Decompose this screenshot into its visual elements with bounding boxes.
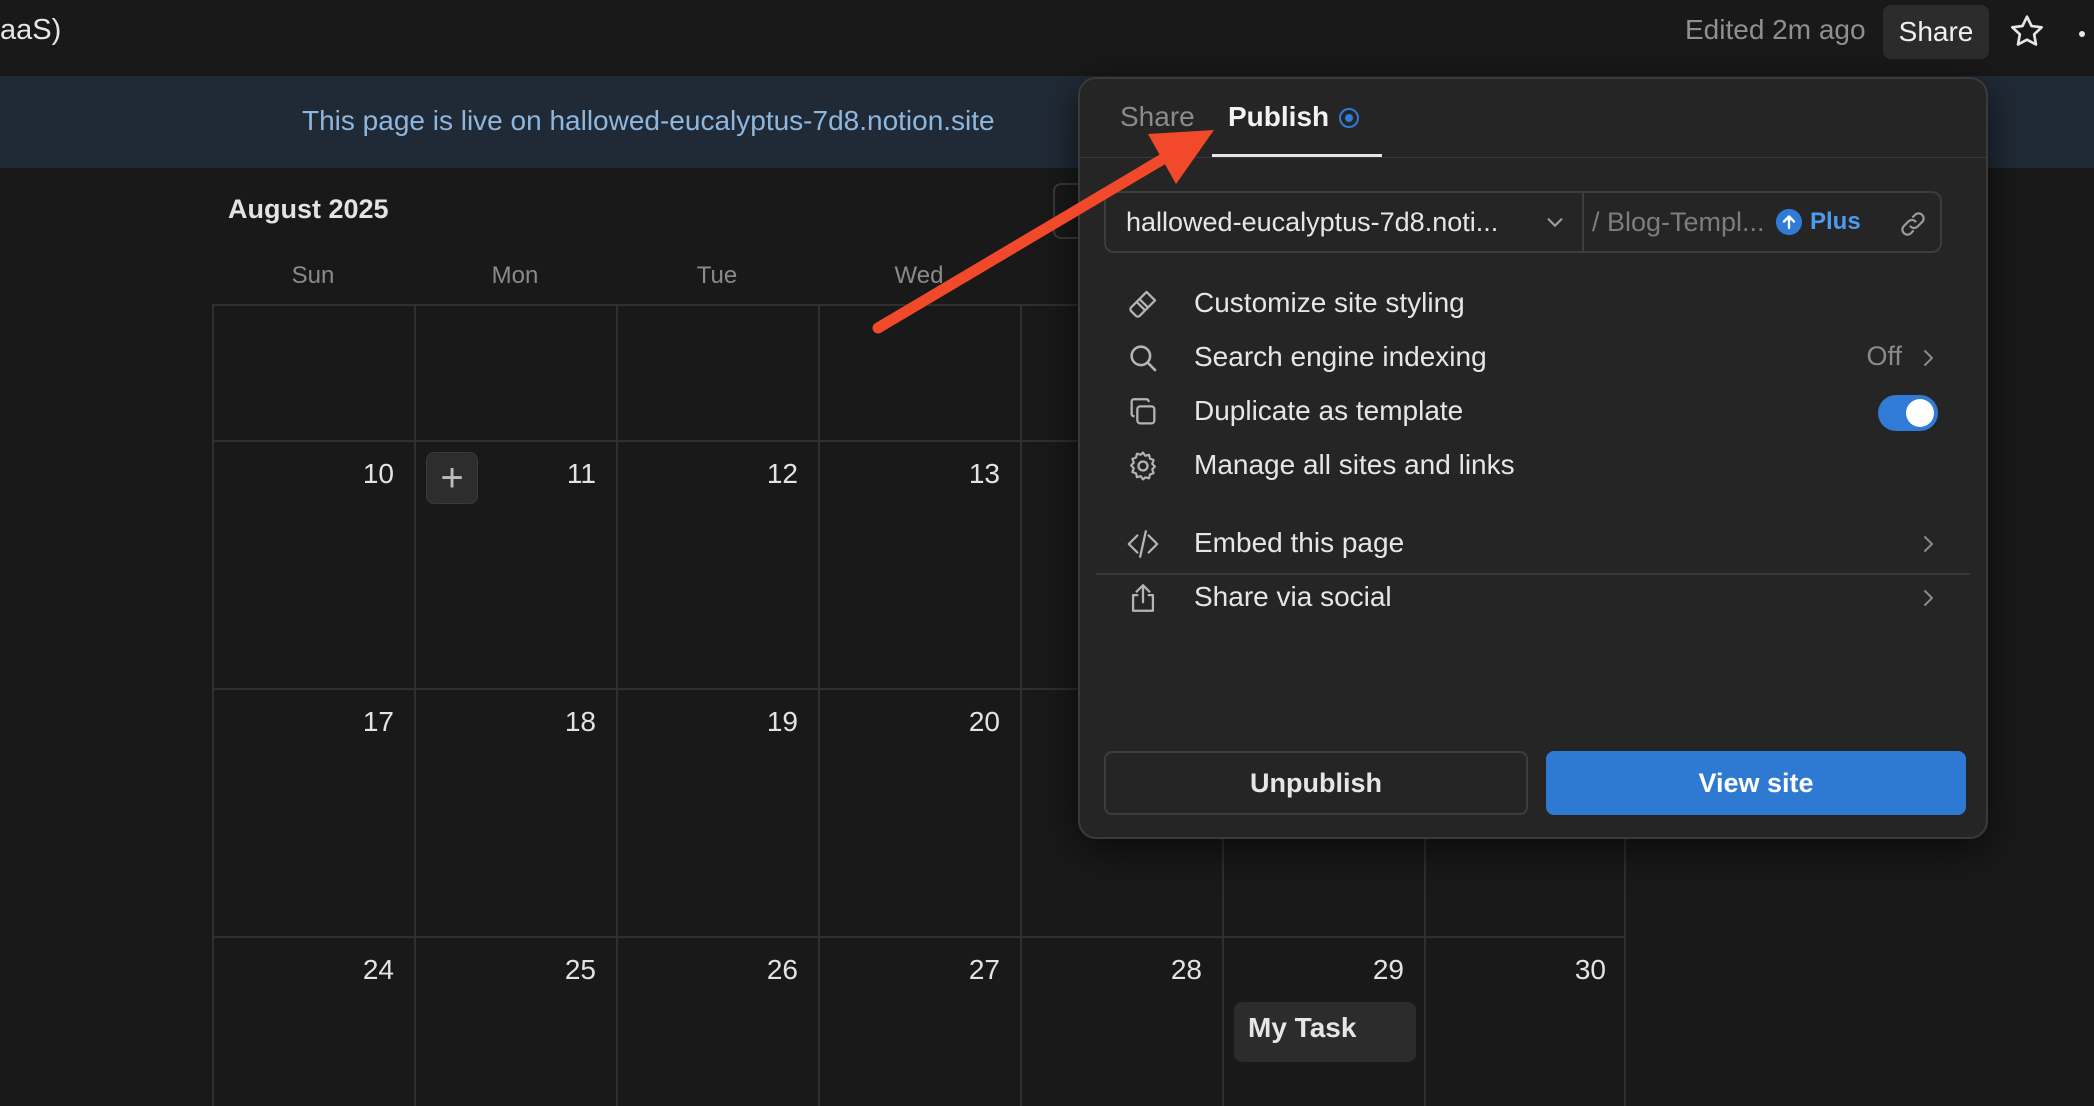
- customize-label: Customize site styling: [1194, 287, 1465, 318]
- day-cell-28[interactable]: 28: [1022, 954, 1202, 986]
- grid-line: [212, 936, 1626, 938]
- day-cell-19[interactable]: 19: [618, 706, 798, 738]
- tab-publish[interactable]: Publish: [1228, 101, 1329, 133]
- link-icon[interactable]: [1898, 209, 1928, 239]
- divider: [1080, 157, 1986, 158]
- share-via-social[interactable]: Share via social: [1126, 569, 1946, 625]
- search-engine-indexing[interactable]: Search engine indexing Off: [1126, 329, 1946, 385]
- gear-icon: [1130, 451, 1156, 481]
- published-status-dot-icon: [1339, 108, 1359, 128]
- embed-label: Embed this page: [1194, 527, 1405, 558]
- plus-upgrade-label[interactable]: Plus: [1810, 208, 1861, 236]
- duplicate-icon: [1130, 398, 1156, 425]
- day-cell-10[interactable]: 10: [214, 458, 394, 490]
- page-title[interactable]: aaS): [0, 14, 61, 47]
- search-indexing-label: Search engine indexing: [1194, 341, 1487, 372]
- chevron-down-icon[interactable]: [1544, 211, 1566, 233]
- site-domain-select[interactable]: hallowed-eucalyptus-7d8.noti...: [1126, 207, 1498, 238]
- star-icon[interactable]: [2007, 12, 2047, 52]
- more-horizontal-icon[interactable]: [2078, 30, 2094, 38]
- live-banner-text[interactable]: This page is live on hallowed-eucalyptus…: [302, 105, 995, 137]
- day-cell-24[interactable]: 24: [214, 954, 394, 986]
- embed-this-page[interactable]: Embed this page: [1126, 515, 1946, 571]
- task-card[interactable]: My Task: [1234, 1002, 1416, 1062]
- tab-share[interactable]: Share: [1120, 101, 1195, 133]
- calendar-month-title: August 2025: [228, 194, 389, 224]
- weekday-tue: Tue: [696, 262, 738, 289]
- share-upload-icon: [1131, 584, 1155, 612]
- top-bar: aaS) Edited 2m ago Share: [0, 0, 2094, 76]
- share-button[interactable]: Share: [1883, 5, 1989, 59]
- day-cell-18[interactable]: 18: [416, 706, 596, 738]
- edited-timestamp: Edited 2m ago: [1685, 14, 1866, 45]
- chevron-right-icon: [1924, 536, 1933, 552]
- share-social-label: Share via social: [1194, 581, 1392, 612]
- manage-sites-label: Manage all sites and links: [1194, 449, 1515, 480]
- unpublish-button[interactable]: Unpublish: [1104, 751, 1528, 815]
- site-path-input[interactable]: / Blog-Templ...: [1592, 207, 1765, 238]
- day-cell-13[interactable]: 13: [820, 458, 1000, 490]
- code-icon: [1127, 530, 1159, 558]
- manage-sites-and-links[interactable]: Manage all sites and links: [1126, 437, 1946, 493]
- duplicate-label: Duplicate as template: [1194, 395, 1464, 426]
- day-cell-30[interactable]: 30: [1426, 954, 1606, 986]
- chevron-right-icon: [1924, 350, 1933, 366]
- customize-site-styling[interactable]: Customize site styling: [1126, 275, 1946, 331]
- day-cell-17[interactable]: 17: [214, 706, 394, 738]
- duplicate-as-template: Duplicate as template: [1126, 383, 1946, 439]
- day-cell-20[interactable]: 20: [820, 706, 1000, 738]
- publish-popover: Share Publish hallowed-eucalyptus-7d8.no…: [1078, 77, 1988, 839]
- day-cell-25[interactable]: 25: [416, 954, 596, 986]
- search-icon: [1130, 345, 1157, 372]
- day-cell-29[interactable]: 29: [1224, 954, 1404, 986]
- duplicate-template-toggle[interactable]: [1878, 395, 1938, 431]
- site-url-field[interactable]: hallowed-eucalyptus-7d8.noti... / Blog-T…: [1104, 191, 1942, 253]
- day-cell-12[interactable]: 12: [618, 458, 798, 490]
- chevron-right-icon: [1924, 590, 1933, 606]
- search-indexing-value: Off: [1866, 341, 1902, 371]
- day-cell-27[interactable]: 27: [820, 954, 1000, 986]
- weekday-mon: Mon: [491, 262, 539, 289]
- day-cell-26[interactable]: 26: [618, 954, 798, 986]
- weekday-wed: Wed: [894, 262, 944, 289]
- add-event-button[interactable]: +: [426, 452, 478, 504]
- paintbrush-icon: [1129, 290, 1157, 318]
- weekday-sun: Sun: [291, 262, 335, 289]
- view-site-button[interactable]: View site: [1546, 751, 1966, 815]
- upgrade-arrow-icon[interactable]: [1776, 209, 1802, 235]
- divider: [1582, 193, 1584, 251]
